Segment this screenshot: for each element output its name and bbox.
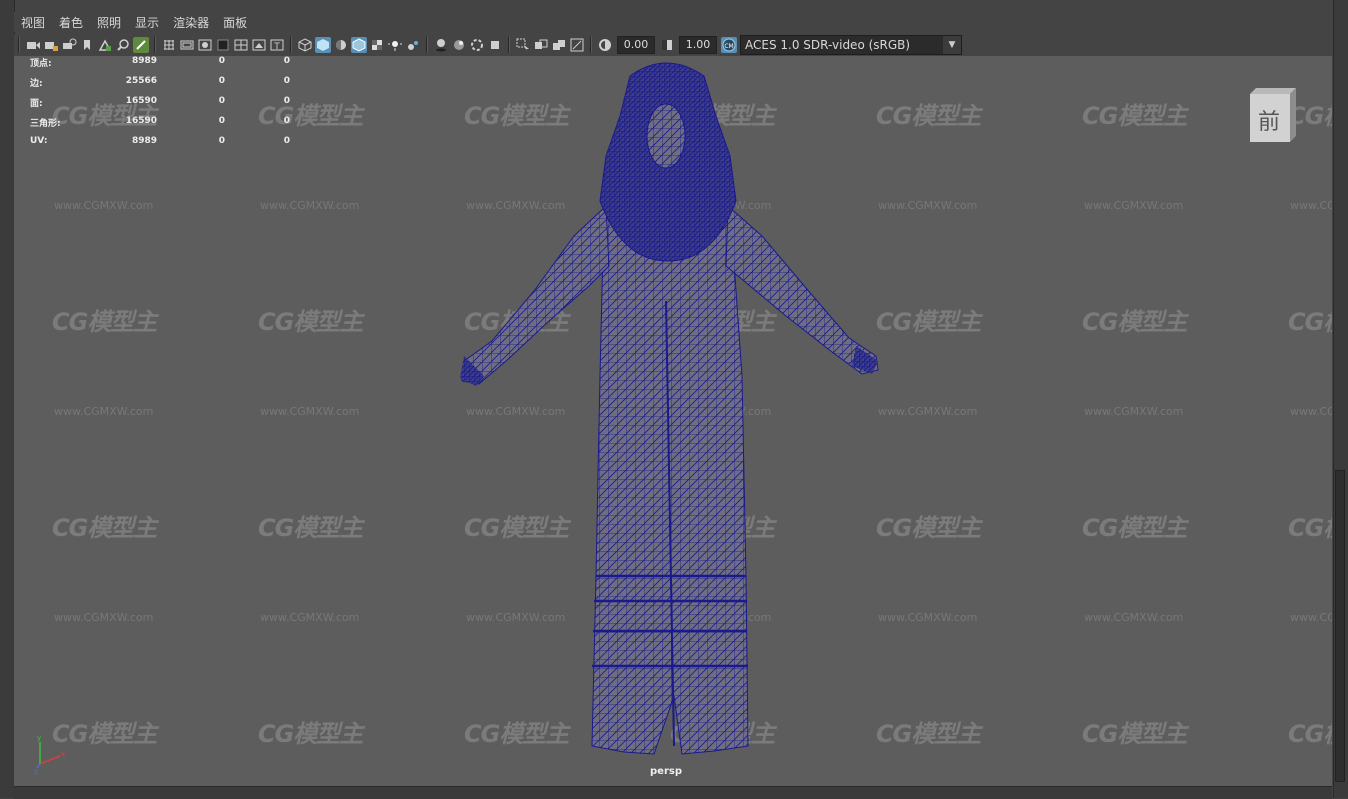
camera-name-label: persp [650, 766, 682, 777]
menu-renderer[interactable]: 渲染器 [166, 14, 216, 31]
right-sleeve [725, 204, 879, 375]
face [646, 103, 686, 169]
exposure-icon[interactable] [597, 37, 613, 53]
left-sleeve [461, 204, 610, 385]
grid-icon[interactable] [161, 37, 177, 53]
toolbar-separator [154, 37, 156, 53]
film-gate-icon[interactable] [179, 37, 195, 53]
svg-text:T: T [273, 42, 280, 52]
screen-space-ao-icon[interactable] [451, 37, 467, 53]
xray-icon[interactable] [369, 37, 385, 53]
viewport-3d[interactable]: CG模型主CG模型主CG模型主CG模型主CG模型主CG模型主CG模型主CG模型主… [14, 56, 1332, 786]
anti-alias-icon[interactable] [487, 37, 503, 53]
toolbar-separator [590, 37, 592, 53]
svg-text:y: y [37, 734, 41, 742]
textured-icon[interactable] [387, 37, 403, 53]
menu-panels[interactable]: 面板 [216, 14, 254, 31]
shadows-icon[interactable] [433, 37, 449, 53]
menu-lighting[interactable]: 照明 [90, 14, 128, 31]
smooth-shade-icon[interactable] [315, 37, 331, 53]
field-chart-icon[interactable] [233, 37, 249, 53]
motion-blur-icon[interactable] [469, 37, 485, 53]
xray-active-icon[interactable] [551, 37, 567, 53]
gamma-icon[interactable] [659, 37, 675, 53]
menu-shading[interactable]: 着色 [52, 14, 90, 31]
right-panel-edge [1333, 0, 1348, 798]
scrollbar[interactable] [1335, 470, 1345, 782]
gamma-field[interactable]: 1.00 [679, 36, 717, 54]
toolbar-separator [426, 37, 428, 53]
grease-pencil-icon[interactable] [133, 37, 149, 53]
panel-toolbar: T 0.00 1.00 CM ACES 1.0 SDR-video (sRGB)… [14, 34, 1332, 57]
resolution-gate-icon[interactable] [197, 37, 213, 53]
view-cube[interactable]: 前 [1246, 86, 1296, 142]
panel-menubar: 视图 着色 照明 显示 渲染器 面板 [14, 12, 1332, 32]
lights-icon[interactable] [405, 37, 421, 53]
menu-show[interactable]: 显示 [128, 14, 166, 31]
toolbar-separator [18, 37, 20, 53]
view-transform-select[interactable]: ACES 1.0 SDR-video (sRGB) ▼ [740, 35, 962, 55]
time-slider-strip [14, 786, 1332, 799]
default-material-icon[interactable] [333, 37, 349, 53]
exposure-field[interactable]: 0.00 [617, 36, 655, 54]
svg-text:x: x [61, 750, 65, 758]
menu-view[interactable]: 视图 [14, 14, 52, 31]
wireframe-icon[interactable] [297, 37, 313, 53]
view-transform-value: ACES 1.0 SDR-video (sRGB) [745, 38, 911, 52]
model-wireframe[interactable] [14, 56, 1332, 786]
left-panel-edge [0, 0, 15, 798]
svg-text:CM: CM [724, 43, 733, 50]
isolate-select-icon[interactable] [515, 37, 531, 53]
camera-icon[interactable] [25, 37, 41, 53]
image-plane-icon[interactable] [97, 37, 113, 53]
safe-action-icon[interactable] [251, 37, 267, 53]
bookmark-icon[interactable] [79, 37, 95, 53]
color-management-icon[interactable]: CM [721, 37, 737, 53]
safe-title-icon[interactable]: T [269, 37, 285, 53]
wireframe-on-shaded-icon[interactable] [351, 37, 367, 53]
camera-lock-icon[interactable] [43, 37, 59, 53]
gate-mask-icon[interactable] [215, 37, 231, 53]
svg-text:z: z [34, 768, 38, 774]
pan-zoom-icon[interactable] [115, 37, 131, 53]
view-cube-front-label: 前 [1258, 110, 1281, 135]
camera-attrs-icon[interactable] [61, 37, 77, 53]
toolbar-separator [290, 37, 292, 53]
axis-gizmo: y x z [34, 734, 65, 774]
xray-joints-icon[interactable] [533, 37, 549, 53]
toolbar-separator [508, 37, 510, 53]
chevron-down-icon[interactable]: ▼ [943, 36, 961, 54]
backface-icon[interactable] [569, 37, 585, 53]
